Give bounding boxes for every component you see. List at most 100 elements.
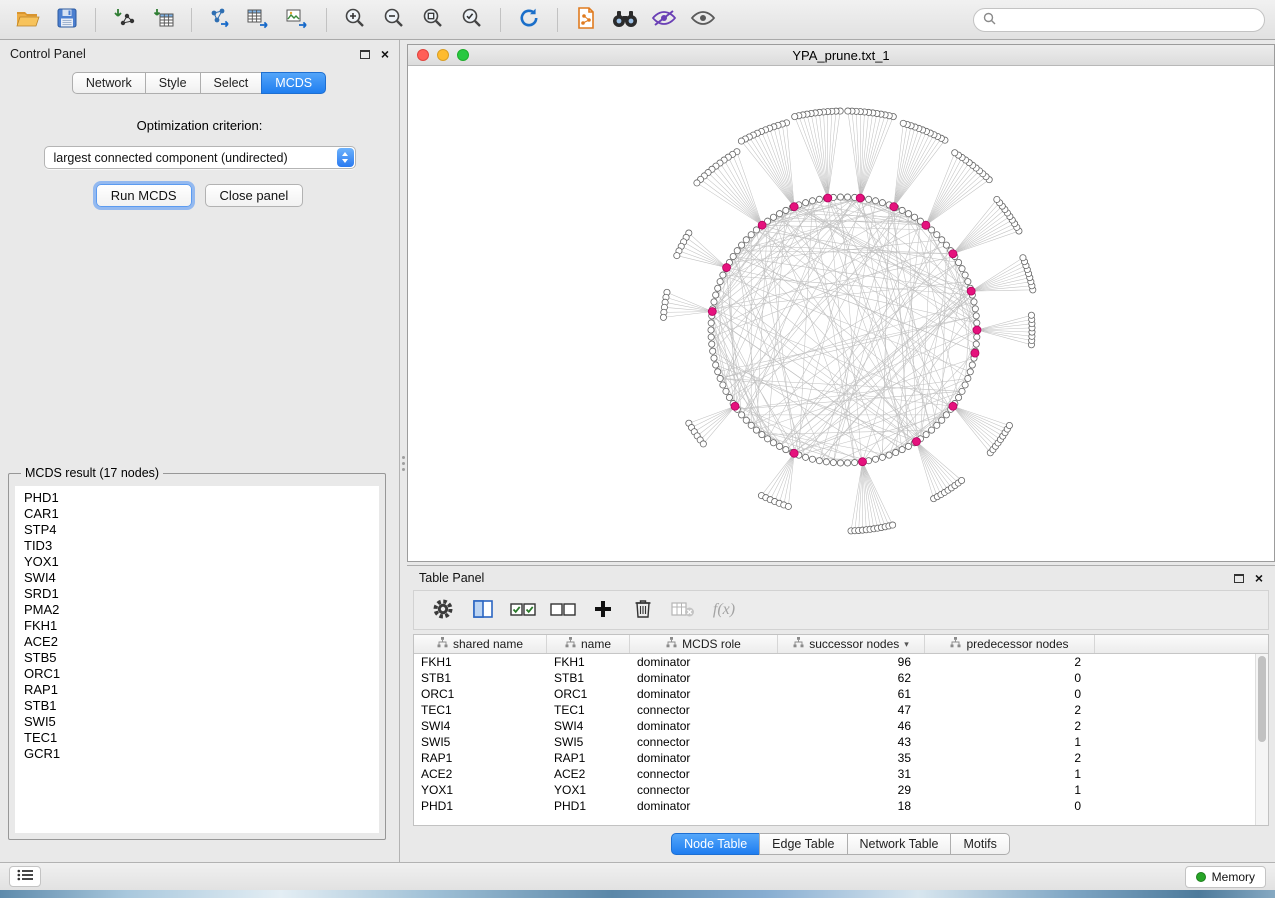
tab-network[interactable]: Network bbox=[72, 72, 146, 94]
mcds-result-item[interactable]: TEC1 bbox=[24, 730, 370, 746]
zoom-out-button[interactable] bbox=[376, 5, 412, 35]
float-panel-icon[interactable] bbox=[360, 50, 370, 59]
tab-node-table[interactable]: Node Table bbox=[671, 833, 760, 855]
attribute-icon bbox=[950, 637, 961, 651]
refresh-icon bbox=[517, 6, 541, 33]
network-window-titlebar[interactable]: YPA_prune.txt_1 bbox=[408, 45, 1274, 66]
find-button[interactable] bbox=[607, 5, 643, 35]
run-mcds-button[interactable]: Run MCDS bbox=[96, 184, 192, 207]
memory-button[interactable]: Memory bbox=[1185, 866, 1266, 888]
scrollbar-thumb[interactable] bbox=[1258, 656, 1266, 742]
close-panel-button[interactable]: Close panel bbox=[205, 184, 304, 207]
close-panel-icon[interactable]: × bbox=[381, 47, 389, 61]
cell: 2 bbox=[925, 655, 1095, 669]
column-header-successor-nodes[interactable]: successor nodes▾ bbox=[778, 635, 925, 653]
search-box[interactable] bbox=[973, 8, 1265, 32]
status-menu-button[interactable] bbox=[9, 866, 41, 887]
mcds-result-item[interactable]: RAP1 bbox=[24, 682, 370, 698]
tab-mcds[interactable]: MCDS bbox=[261, 72, 326, 94]
select-all-button[interactable] bbox=[508, 596, 538, 624]
status-bar: Memory bbox=[0, 862, 1275, 890]
network-graph bbox=[408, 66, 1274, 561]
table-row[interactable]: RAP1RAP1dominator352 bbox=[414, 750, 1268, 766]
hide-details-icon bbox=[651, 8, 677, 31]
table-row[interactable]: YOX1YOX1connector291 bbox=[414, 782, 1268, 798]
mcds-result-item[interactable]: STP4 bbox=[24, 522, 370, 538]
tab-select[interactable]: Select bbox=[200, 72, 263, 94]
window-zoom-icon[interactable] bbox=[457, 49, 469, 61]
table-row[interactable]: ORC1ORC1dominator610 bbox=[414, 686, 1268, 702]
export-table-button[interactable] bbox=[241, 5, 277, 35]
mcds-result-item[interactable]: SWI5 bbox=[24, 714, 370, 730]
tab-style[interactable]: Style bbox=[145, 72, 201, 94]
float-table-panel-icon[interactable] bbox=[1234, 574, 1244, 583]
close-table-panel-icon[interactable]: × bbox=[1255, 571, 1263, 585]
mcds-result-item[interactable]: ACE2 bbox=[24, 634, 370, 650]
mcds-result-item[interactable]: TID3 bbox=[24, 538, 370, 554]
criterion-dropdown[interactable]: largest connected component (undirected) bbox=[44, 146, 356, 169]
mcds-result-item[interactable]: STB1 bbox=[24, 698, 370, 714]
deselect-all-button[interactable] bbox=[548, 596, 578, 624]
table-row[interactable]: FKH1FKH1dominator962 bbox=[414, 654, 1268, 670]
attribute-icon bbox=[565, 637, 576, 651]
hide-details-button[interactable] bbox=[646, 5, 682, 35]
delete-column-button[interactable] bbox=[628, 596, 658, 624]
table-row[interactable]: ACE2ACE2connector311 bbox=[414, 766, 1268, 782]
function-builder-button[interactable]: f(x) bbox=[708, 596, 738, 624]
save-session-button[interactable] bbox=[49, 5, 85, 35]
mcds-result-item[interactable]: PMA2 bbox=[24, 602, 370, 618]
table-row[interactable]: PHD1PHD1dominator180 bbox=[414, 798, 1268, 814]
select-all-icon bbox=[510, 600, 536, 621]
refresh-button[interactable] bbox=[511, 5, 547, 35]
export-image-button[interactable] bbox=[280, 5, 316, 35]
zoom-fit-button[interactable] bbox=[415, 5, 451, 35]
list-menu-icon bbox=[17, 869, 33, 884]
window-close-icon[interactable] bbox=[417, 49, 429, 61]
panel-splitter-handle[interactable] bbox=[401, 448, 406, 478]
table-settings-button[interactable] bbox=[428, 596, 458, 624]
zoom-in-button[interactable] bbox=[337, 5, 373, 35]
export-network-button[interactable] bbox=[202, 5, 238, 35]
share-document-button[interactable] bbox=[568, 5, 604, 35]
mcds-result-item[interactable]: PHD1 bbox=[24, 490, 370, 506]
attribute-icon bbox=[437, 637, 448, 651]
mcds-result-item[interactable]: SRD1 bbox=[24, 586, 370, 602]
show-details-button[interactable] bbox=[685, 5, 721, 35]
mcds-result-item[interactable]: SWI4 bbox=[24, 570, 370, 586]
column-header-predecessor-nodes[interactable]: predecessor nodes bbox=[925, 635, 1095, 653]
tab-motifs[interactable]: Motifs bbox=[950, 833, 1009, 855]
clear-table-button[interactable] bbox=[668, 596, 698, 624]
window-minimize-icon[interactable] bbox=[437, 49, 449, 61]
table-row[interactable]: SWI5SWI5connector431 bbox=[414, 734, 1268, 750]
share-document-icon bbox=[575, 6, 597, 33]
mcds-result-item[interactable]: STB5 bbox=[24, 650, 370, 666]
show-columns-button[interactable] bbox=[468, 596, 498, 624]
mcds-result-item[interactable]: ORC1 bbox=[24, 666, 370, 682]
mcds-result-item[interactable]: GCR1 bbox=[24, 746, 370, 762]
tab-edge-table[interactable]: Edge Table bbox=[759, 833, 847, 855]
mcds-result-item[interactable]: YOX1 bbox=[24, 554, 370, 570]
import-table-button[interactable] bbox=[145, 5, 181, 35]
cell: TEC1 bbox=[547, 703, 630, 717]
mcds-result-item[interactable]: FKH1 bbox=[24, 618, 370, 634]
zoom-selected-button[interactable] bbox=[454, 5, 490, 35]
cell: 0 bbox=[925, 799, 1095, 813]
toolbar-separator bbox=[191, 8, 192, 32]
table-row[interactable]: SWI4SWI4dominator462 bbox=[414, 718, 1268, 734]
toolbar-separator bbox=[326, 8, 327, 32]
add-column-button[interactable] bbox=[588, 596, 618, 624]
table-row[interactable]: STB1STB1dominator620 bbox=[414, 670, 1268, 686]
network-canvas[interactable] bbox=[408, 66, 1274, 561]
column-header-shared-name[interactable]: shared name bbox=[414, 635, 547, 653]
column-header-name[interactable]: name bbox=[547, 635, 630, 653]
table-scrollbar[interactable] bbox=[1255, 654, 1268, 825]
table-row[interactable]: TEC1TEC1connector472 bbox=[414, 702, 1268, 718]
mcds-result-list: PHD1CAR1STP4TID3YOX1SWI4SRD1PMA2FKH1ACE2… bbox=[15, 486, 379, 833]
import-network-button[interactable] bbox=[106, 5, 142, 35]
open-file-button[interactable] bbox=[10, 5, 46, 35]
tab-network-table[interactable]: Network Table bbox=[847, 833, 952, 855]
mcds-result-item[interactable]: CAR1 bbox=[24, 506, 370, 522]
search-input[interactable] bbox=[1002, 13, 1255, 27]
cell: FKH1 bbox=[414, 655, 547, 669]
column-header-MCDS-role[interactable]: MCDS role bbox=[630, 635, 778, 653]
